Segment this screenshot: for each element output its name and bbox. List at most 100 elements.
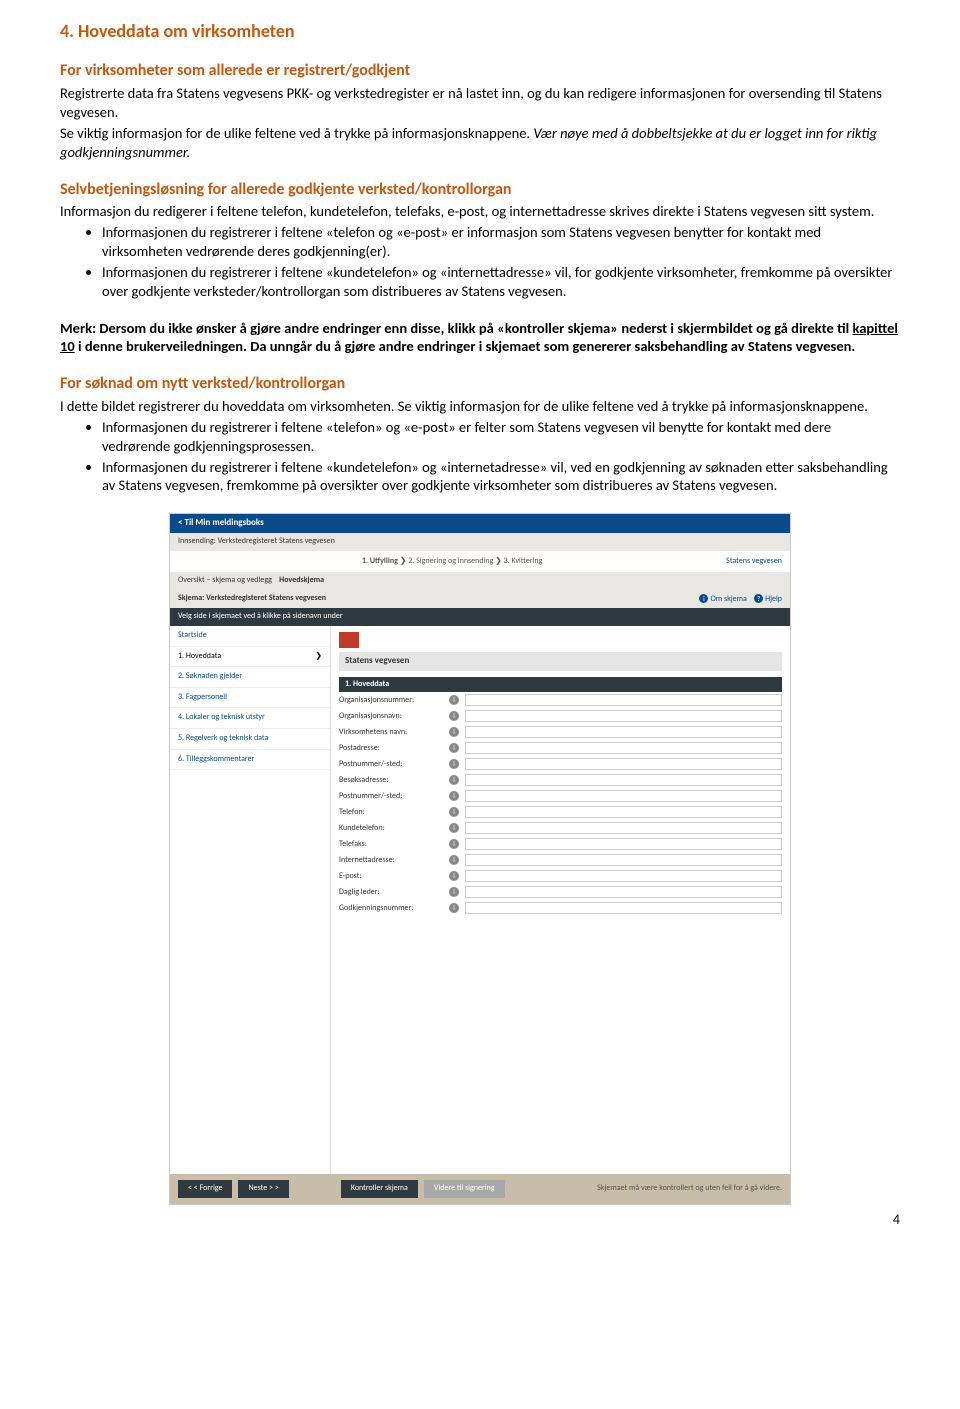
text-input[interactable] xyxy=(465,806,782,818)
info-icon[interactable]: i xyxy=(449,903,459,913)
sub-heading-new-application: For søknad om nytt verksted/kontrollorga… xyxy=(60,374,900,395)
sidebar-item-hoveddata[interactable]: 1. Hoveddata ❯ xyxy=(170,647,330,668)
form-row: Postnummer/-sted:i xyxy=(339,788,782,804)
info-icon[interactable]: i xyxy=(449,711,459,721)
form-row: Godkjenningsnummer:i xyxy=(339,900,782,916)
field-label: Postadresse: xyxy=(339,744,449,754)
text-input[interactable] xyxy=(465,694,782,706)
text-input[interactable] xyxy=(465,838,782,850)
text-input[interactable] xyxy=(465,758,782,770)
field-label: Kundetelefon: xyxy=(339,824,449,834)
page-number: 4 xyxy=(60,1211,900,1229)
info-icon[interactable]: i xyxy=(449,775,459,785)
info-icon[interactable]: i xyxy=(449,887,459,897)
text-input[interactable] xyxy=(465,742,782,754)
agency-name: Statens vegvesen xyxy=(339,652,782,671)
field-label: Postnummer/-sted: xyxy=(339,792,449,802)
schema-bar: Skjema: Verkstedregisteret Statens vegve… xyxy=(170,590,790,609)
about-schema-link[interactable]: Om skjema xyxy=(710,594,746,604)
field-label: Godkjenningsnummer: xyxy=(339,904,449,914)
text-input[interactable] xyxy=(465,774,782,786)
sub-heading-selfservice: Selvbetjeningsløsning for allerede godkj… xyxy=(60,180,900,201)
sidebar-item-regelverk[interactable]: 5. Regelverk og teknisk data xyxy=(170,729,330,750)
text: Se viktig informasjon for de ulike felte… xyxy=(60,124,533,142)
help-icon: ? xyxy=(754,594,763,603)
info-icon[interactable]: i xyxy=(449,823,459,833)
step-1: 1. Utfylling xyxy=(362,556,398,566)
text-input[interactable] xyxy=(465,870,782,882)
field-label: Besøksadresse: xyxy=(339,776,449,786)
text-input[interactable] xyxy=(465,822,782,834)
form-row: Telefaks:i xyxy=(339,836,782,852)
paragraph: Informasjon du redigerer i feltene telef… xyxy=(60,202,900,221)
info-icon[interactable]: i xyxy=(449,807,459,817)
step-3: 3. Kvittering xyxy=(504,556,543,566)
info-icon[interactable]: i xyxy=(449,743,459,753)
info-icon[interactable]: i xyxy=(449,871,459,881)
sidebar-item-lokaler[interactable]: 4. Lokaler og teknisk utstyr xyxy=(170,708,330,729)
field-label: Virksomhetens navn: xyxy=(339,728,449,738)
form-footer: < < Forrige Neste > > Kontroller skjema … xyxy=(170,1174,790,1204)
schema-label: Skjema: Verkstedregisteret Statens vegve… xyxy=(178,594,326,604)
paragraph: I dette bildet registrerer du hoveddata … xyxy=(60,397,900,416)
text-input[interactable] xyxy=(465,854,782,866)
form-blank-area xyxy=(339,916,782,1166)
list-item: Informasjonen du registrerer i feltene «… xyxy=(102,458,900,496)
side-nav: Startside 1. Hoveddata ❯ 2. Søknaden gje… xyxy=(170,626,331,1174)
text-input[interactable] xyxy=(465,902,782,914)
tab-bar: Oversikt – skjema og vedlegg Hovedskjema xyxy=(170,572,790,590)
next-button[interactable]: Neste > > xyxy=(238,1180,288,1198)
agency-logo-icon xyxy=(339,632,359,648)
text-input[interactable] xyxy=(465,790,782,802)
chevron-right-icon: ❯ xyxy=(495,556,504,566)
send-button: Videre til signering xyxy=(424,1180,505,1198)
field-label: E-post: xyxy=(339,872,449,882)
list-item: Informasjonen du registrerer i feltene «… xyxy=(102,418,900,456)
text: Merk: Dersom du ikke ønsker å gjøre andr… xyxy=(60,319,852,337)
field-label: Organisasjonsnummer: xyxy=(339,696,449,706)
tab-mainform[interactable]: Hovedskjema xyxy=(279,575,324,585)
info-icon[interactable]: i xyxy=(449,839,459,849)
sidebar-item-tillegg[interactable]: 6. Tilleggskommentarer xyxy=(170,750,330,771)
sidebar-item-fagpersonell[interactable]: 3. Fagpersonell xyxy=(170,688,330,709)
paragraph: Registrerte data fra Statens vegvesens P… xyxy=(60,84,900,122)
info-icon[interactable]: i xyxy=(449,759,459,769)
form-row: Telefon:i xyxy=(339,804,782,820)
text-input[interactable] xyxy=(465,886,782,898)
form-section-title: 1. Hoveddata xyxy=(339,677,782,693)
form-row: Organisasjonsnummer:i xyxy=(339,692,782,708)
info-icon[interactable]: i xyxy=(449,791,459,801)
info-icon: i xyxy=(699,594,708,603)
text: i denne brukerveiledningen. Da unngår du… xyxy=(75,337,856,355)
info-icon[interactable]: i xyxy=(449,855,459,865)
field-label: Postnummer/-sted: xyxy=(339,760,449,770)
form-main: Statens vegvesen 1. Hoveddata Organisasj… xyxy=(331,626,790,1174)
kontroller-skjema-button[interactable]: Kontroller skjema xyxy=(341,1180,418,1198)
form-row: Postadresse:i xyxy=(339,740,782,756)
section-heading-4: 4. Hoveddata om virksomheten xyxy=(60,20,900,43)
chevron-right-icon: ❯ xyxy=(315,652,322,662)
form-row: Organisasjonsnavn:i xyxy=(339,708,782,724)
info-icon[interactable]: i xyxy=(449,695,459,705)
bullet-list: Informasjonen du registrerer i feltene «… xyxy=(60,418,900,495)
list-item: Informasjonen du registrerer i feltene «… xyxy=(102,223,900,261)
form-row: Postnummer/-sted:i xyxy=(339,756,782,772)
form-row: E-post:i xyxy=(339,868,782,884)
prev-button[interactable]: < < Forrige xyxy=(178,1180,232,1198)
form-row: Internettadresse:i xyxy=(339,852,782,868)
sidebar-item-label: 1. Hoveddata xyxy=(178,652,221,662)
chevron-right-icon: ❯ xyxy=(400,556,409,566)
text-input[interactable] xyxy=(465,726,782,738)
back-to-inbox-link[interactable]: < Til Min meldingsboks xyxy=(170,514,790,533)
text-input[interactable] xyxy=(465,710,782,722)
hint-bar: Velg side i skjemaet ved å klikke på sid… xyxy=(170,608,790,626)
field-label: Telefon: xyxy=(339,808,449,818)
help-link[interactable]: Hjelp xyxy=(765,594,782,604)
sub-heading-registered: For virksomheter som allerede er registr… xyxy=(60,61,900,82)
sidebar-item-soknaden[interactable]: 2. Søknaden gjelder xyxy=(170,667,330,688)
sidebar-item-start[interactable]: Startside xyxy=(170,626,330,647)
note-paragraph: Merk: Dersom du ikke ønsker å gjøre andr… xyxy=(60,319,900,357)
info-icon[interactable]: i xyxy=(449,727,459,737)
tab-overview[interactable]: Oversikt – skjema og vedlegg xyxy=(178,575,272,585)
form-row: Virksomhetens navn:i xyxy=(339,724,782,740)
